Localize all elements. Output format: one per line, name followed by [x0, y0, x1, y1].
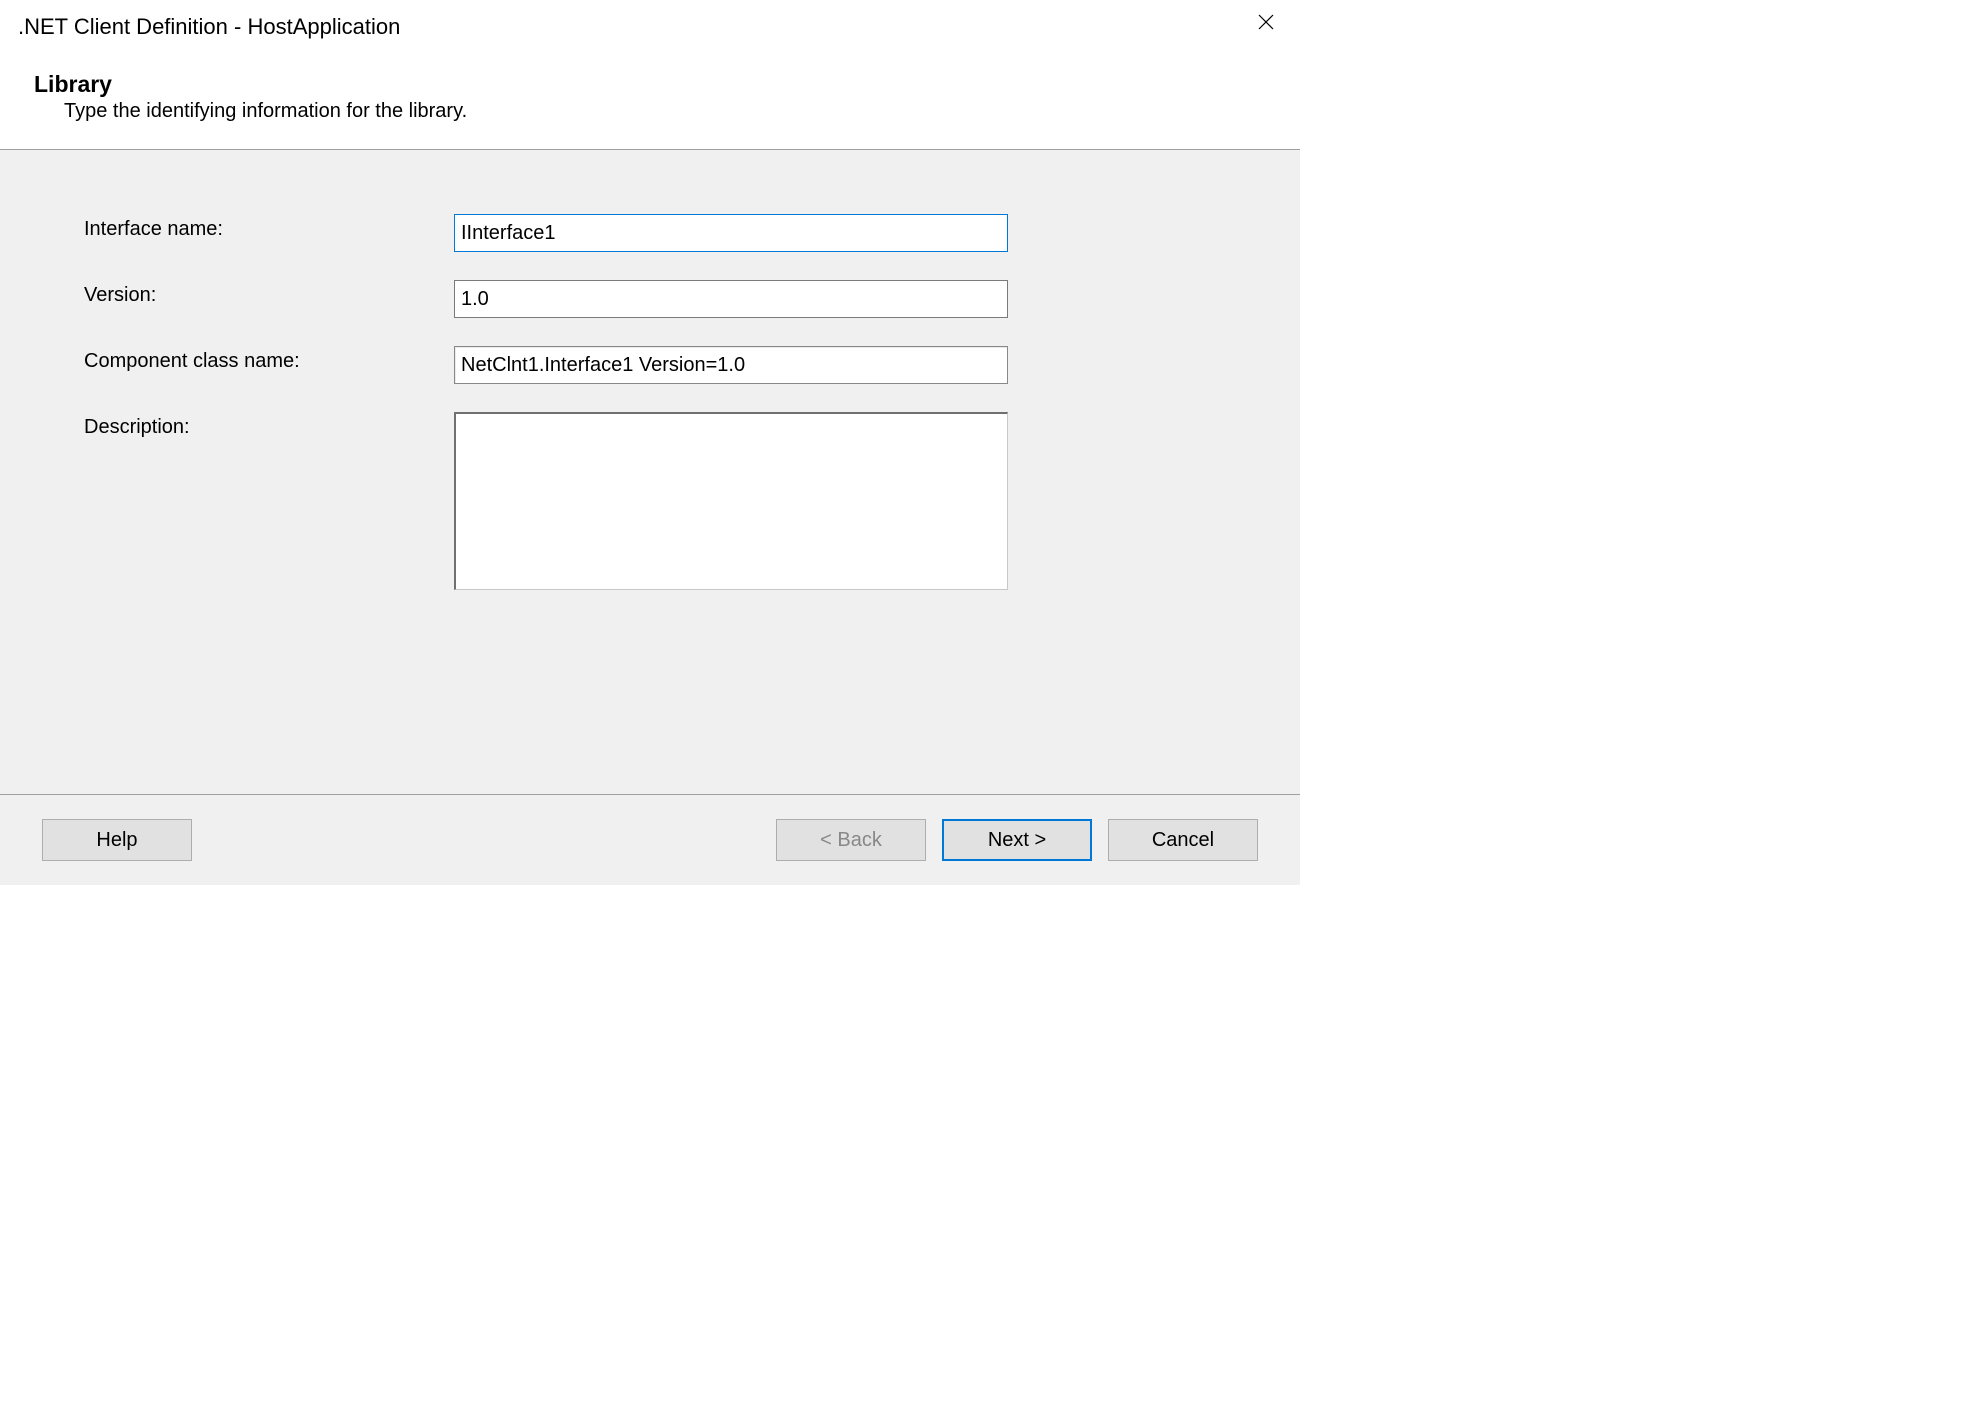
- version-row: Version:: [84, 280, 1268, 318]
- back-button: < Back: [776, 819, 926, 861]
- next-button[interactable]: Next >: [942, 819, 1092, 861]
- window-title: .NET Client Definition - HostApplication: [18, 14, 400, 40]
- page-subtitle: Type the identifying information for the…: [64, 100, 1282, 123]
- description-row: Description:: [84, 412, 1268, 590]
- page-title: Library: [34, 71, 1282, 98]
- form-area: Interface name: Version: Component class…: [0, 150, 1300, 794]
- close-icon[interactable]: [1250, 10, 1282, 37]
- description-label: Description:: [84, 412, 454, 439]
- interface-name-row: Interface name:: [84, 214, 1268, 252]
- cancel-button[interactable]: Cancel: [1108, 819, 1258, 861]
- interface-name-input[interactable]: [454, 214, 1008, 252]
- interface-name-label: Interface name:: [84, 214, 454, 241]
- button-bar: Help < Back Next > Cancel: [0, 795, 1300, 885]
- component-class-name-label: Component class name:: [84, 346, 454, 373]
- version-input[interactable]: [454, 280, 1008, 318]
- component-class-name-row: Component class name:: [84, 346, 1268, 384]
- component-class-name-input: [454, 346, 1008, 384]
- page-header: Library Type the identifying information…: [0, 41, 1300, 143]
- description-textarea[interactable]: [454, 412, 1008, 590]
- titlebar: .NET Client Definition - HostApplication: [0, 0, 1300, 41]
- version-label: Version:: [84, 280, 454, 307]
- help-button[interactable]: Help: [42, 819, 192, 861]
